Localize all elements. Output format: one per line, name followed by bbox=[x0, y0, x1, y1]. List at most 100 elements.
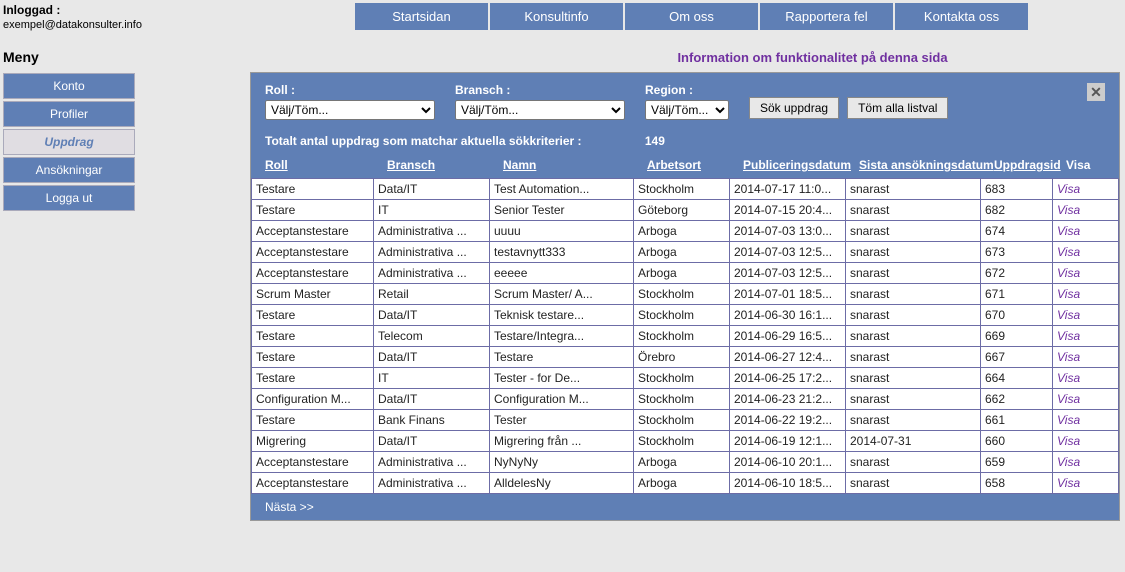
header-arbetsort[interactable]: Arbetsort bbox=[647, 158, 743, 172]
summary-label: Totalt antal uppdrag som matchar aktuell… bbox=[265, 134, 582, 148]
visa-link[interactable]: Visa bbox=[1057, 308, 1080, 322]
cell-visa[interactable]: Visa bbox=[1052, 221, 1090, 241]
cell-pub: 2014-07-15 20:4... bbox=[729, 200, 845, 220]
cell-namn: Testare bbox=[489, 347, 633, 367]
cell-namn: Tester - for De... bbox=[489, 368, 633, 388]
summary-row: Totalt antal uppdrag som matchar aktuell… bbox=[251, 126, 1119, 154]
left-panel: Inloggad : exempel@datakonsulter.info Me… bbox=[0, 0, 150, 211]
close-icon[interactable]: ✕ bbox=[1087, 83, 1105, 101]
cell-bransch: Data/IT bbox=[373, 389, 489, 409]
cell-bransch: Administrativa ... bbox=[373, 473, 489, 493]
header-id[interactable]: Uppdragsid bbox=[994, 158, 1066, 172]
cell-visa[interactable]: Visa bbox=[1052, 284, 1090, 304]
clear-button[interactable]: Töm alla listval bbox=[847, 97, 948, 119]
cell-arbetsort: Arboga bbox=[633, 221, 729, 241]
cell-bransch: IT bbox=[373, 200, 489, 220]
cell-visa[interactable]: Visa bbox=[1052, 326, 1090, 346]
cell-bransch: Administrativa ... bbox=[373, 452, 489, 472]
filter-bransch-label: Bransch : bbox=[455, 83, 625, 97]
top-nav: StartsidanKonsultinfoOm ossRapportera fe… bbox=[355, 0, 1125, 30]
cell-visa[interactable]: Visa bbox=[1052, 473, 1090, 493]
cell-visa[interactable]: Visa bbox=[1052, 347, 1090, 367]
cell-id: 664 bbox=[980, 368, 1052, 388]
cell-visa[interactable]: Visa bbox=[1052, 200, 1090, 220]
cell-namn: Senior Tester bbox=[489, 200, 633, 220]
visa-link[interactable]: Visa bbox=[1057, 455, 1080, 469]
cell-roll: Testare bbox=[251, 368, 373, 388]
visa-link[interactable]: Visa bbox=[1057, 245, 1080, 259]
visa-link[interactable]: Visa bbox=[1057, 203, 1080, 217]
visa-link[interactable]: Visa bbox=[1057, 371, 1080, 385]
visa-link[interactable]: Visa bbox=[1057, 350, 1080, 364]
header-sista[interactable]: Sista ansökningsdatum bbox=[859, 158, 994, 172]
cell-namn: Configuration M... bbox=[489, 389, 633, 409]
cell-id: 682 bbox=[980, 200, 1052, 220]
cell-sista: snarast bbox=[845, 326, 980, 346]
cell-roll: Acceptanstestare bbox=[251, 242, 373, 262]
cell-arbetsort: Stockholm bbox=[633, 305, 729, 325]
filter-bar: Roll : Välj/Töm... Bransch : Välj/Töm...… bbox=[251, 73, 1119, 126]
visa-link[interactable]: Visa bbox=[1057, 329, 1080, 343]
login-label: Inloggad : bbox=[3, 3, 150, 17]
cell-namn: Test Automation... bbox=[489, 179, 633, 199]
cell-bransch: Administrativa ... bbox=[373, 263, 489, 283]
cell-visa[interactable]: Visa bbox=[1052, 242, 1090, 262]
visa-link[interactable]: Visa bbox=[1057, 182, 1080, 196]
cell-roll: Acceptanstestare bbox=[251, 221, 373, 241]
top-nav-item-2[interactable]: Om oss bbox=[625, 3, 758, 30]
page-info-link[interactable]: Information om funktionalitet på denna s… bbox=[500, 50, 1125, 65]
cell-visa[interactable]: Visa bbox=[1052, 431, 1090, 451]
visa-link[interactable]: Visa bbox=[1057, 392, 1080, 406]
cell-pub: 2014-07-01 18:5... bbox=[729, 284, 845, 304]
filter-region: Region : Välj/Töm... bbox=[645, 83, 729, 120]
cell-sista: snarast bbox=[845, 221, 980, 241]
top-nav-item-0[interactable]: Startsidan bbox=[355, 3, 488, 30]
cell-id: 673 bbox=[980, 242, 1052, 262]
cell-bransch: Administrativa ... bbox=[373, 242, 489, 262]
filter-bransch-select[interactable]: Välj/Töm... bbox=[455, 100, 625, 120]
cell-sista: snarast bbox=[845, 200, 980, 220]
visa-link[interactable]: Visa bbox=[1057, 224, 1080, 238]
cell-visa[interactable]: Visa bbox=[1052, 452, 1090, 472]
cell-visa[interactable]: Visa bbox=[1052, 389, 1090, 409]
cell-arbetsort: Stockholm bbox=[633, 368, 729, 388]
cell-pub: 2014-07-17 11:0... bbox=[729, 179, 845, 199]
header-pub[interactable]: Publiceringsdatum bbox=[743, 158, 859, 172]
cell-visa[interactable]: Visa bbox=[1052, 410, 1090, 430]
cell-roll: Testare bbox=[251, 305, 373, 325]
side-menu-item-logga-ut[interactable]: Logga ut bbox=[3, 185, 135, 211]
side-menu-item-profiler[interactable]: Profiler bbox=[3, 101, 135, 127]
table-row: AcceptanstestareAdministrativa ...uuuuAr… bbox=[251, 221, 1119, 242]
next-link[interactable]: Nästa >> bbox=[251, 494, 1119, 520]
visa-link[interactable]: Visa bbox=[1057, 476, 1080, 490]
cell-pub: 2014-07-03 12:5... bbox=[729, 242, 845, 262]
table-row: Scrum MasterRetailScrum Master/ A...Stoc… bbox=[251, 284, 1119, 305]
top-nav-item-4[interactable]: Kontakta oss bbox=[895, 3, 1028, 30]
cell-namn: eeeee bbox=[489, 263, 633, 283]
meny-heading: Meny bbox=[3, 49, 150, 65]
cell-visa[interactable]: Visa bbox=[1052, 263, 1090, 283]
visa-link[interactable]: Visa bbox=[1057, 287, 1080, 301]
top-nav-item-3[interactable]: Rapportera fel bbox=[760, 3, 893, 30]
filter-region-select[interactable]: Välj/Töm... bbox=[645, 100, 729, 120]
side-menu-item-uppdrag[interactable]: Uppdrag bbox=[3, 129, 135, 155]
filter-roll-select[interactable]: Välj/Töm... bbox=[265, 100, 435, 120]
header-bransch[interactable]: Bransch bbox=[387, 158, 503, 172]
search-button[interactable]: Sök uppdrag bbox=[749, 97, 839, 119]
cell-namn: Migrering från ... bbox=[489, 431, 633, 451]
top-nav-item-1[interactable]: Konsultinfo bbox=[490, 3, 623, 30]
visa-link[interactable]: Visa bbox=[1057, 434, 1080, 448]
side-menu-item-ansökningar[interactable]: Ansökningar bbox=[3, 157, 135, 183]
visa-link[interactable]: Visa bbox=[1057, 413, 1080, 427]
visa-link[interactable]: Visa bbox=[1057, 266, 1080, 280]
cell-visa[interactable]: Visa bbox=[1052, 305, 1090, 325]
header-roll[interactable]: Roll bbox=[265, 158, 387, 172]
cell-pub: 2014-07-03 12:5... bbox=[729, 263, 845, 283]
cell-id: 670 bbox=[980, 305, 1052, 325]
side-menu-item-konto[interactable]: Konto bbox=[3, 73, 135, 99]
cell-pub: 2014-06-22 19:2... bbox=[729, 410, 845, 430]
cell-roll: Testare bbox=[251, 410, 373, 430]
cell-visa[interactable]: Visa bbox=[1052, 368, 1090, 388]
header-namn[interactable]: Namn bbox=[503, 158, 647, 172]
cell-visa[interactable]: Visa bbox=[1052, 179, 1090, 199]
